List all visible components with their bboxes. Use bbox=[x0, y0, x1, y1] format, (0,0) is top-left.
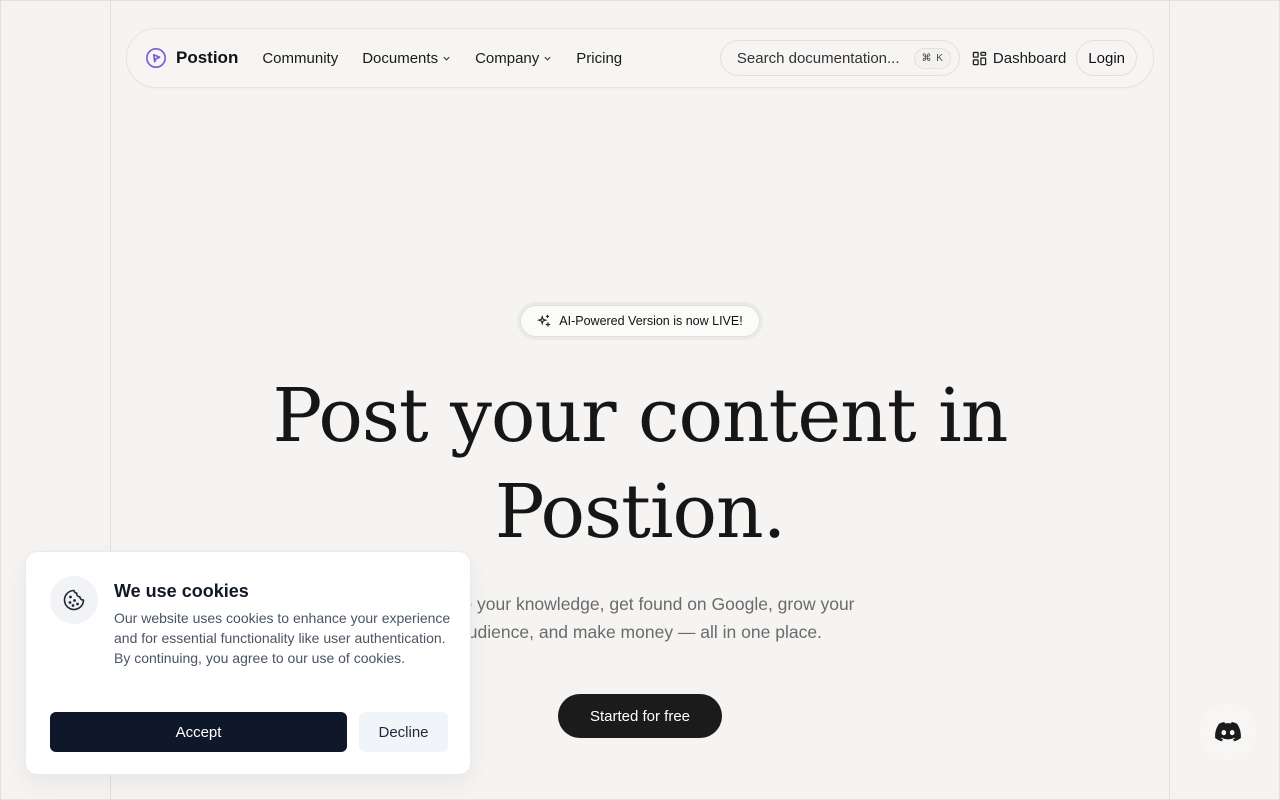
nav-link-company[interactable]: Company bbox=[475, 50, 552, 67]
dashboard-link[interactable]: Dashboard bbox=[972, 50, 1066, 67]
accept-cookies-button[interactable]: Accept bbox=[50, 712, 347, 752]
cookie-title: We use cookies bbox=[114, 581, 249, 601]
cookie-icon-badge bbox=[50, 576, 98, 624]
search-button[interactable]: Search documentation... ⌘ K bbox=[719, 40, 960, 76]
login-button[interactable]: Login bbox=[1076, 40, 1137, 76]
announcement-badge[interactable]: AI-Powered Version is now LIVE! bbox=[520, 305, 760, 337]
brand[interactable]: Postion bbox=[145, 47, 238, 69]
hero-title: Post your content in Postion. bbox=[240, 368, 1040, 560]
hero-title-line2: Postion. bbox=[494, 469, 786, 555]
nav-link-community[interactable]: Community bbox=[262, 50, 338, 67]
get-started-button[interactable]: Started for free bbox=[558, 694, 722, 738]
nav-link-label: Pricing bbox=[576, 49, 623, 67]
cookie-icon bbox=[63, 589, 85, 611]
hero-title-line1: Post your content in bbox=[272, 373, 1009, 459]
nav-right: Search documentation... ⌘ K Dashboard Lo… bbox=[719, 40, 1137, 76]
hero-subtitle-line1: Share your knowledge, get found on Googl… bbox=[425, 594, 855, 614]
dashboard-label: Dashboard bbox=[992, 49, 1067, 67]
hero-subtitle-line2: audience, and make money — all in one pl… bbox=[458, 622, 822, 642]
nav-link-documents[interactable]: Documents bbox=[362, 50, 451, 67]
brand-name: Postion bbox=[176, 48, 239, 67]
sparkles-icon bbox=[537, 314, 551, 327]
badge-text: AI-Powered Version is now LIVE! bbox=[559, 314, 743, 328]
nav-link-label: Community bbox=[262, 49, 339, 67]
nav-links: Community Documents Company Pricing bbox=[262, 50, 622, 67]
discord-button[interactable] bbox=[1200, 704, 1256, 760]
chevron-down-icon bbox=[544, 56, 551, 61]
chevron-down-icon bbox=[443, 56, 450, 61]
right-guide-line bbox=[1169, 0, 1170, 800]
play-circle-icon bbox=[146, 48, 166, 68]
discord-icon bbox=[1215, 722, 1241, 742]
decline-cookies-button[interactable]: Decline bbox=[359, 712, 448, 752]
nav-link-pricing[interactable]: Pricing bbox=[576, 50, 622, 67]
top-navbar: Postion Community Documents Company Pric… bbox=[126, 28, 1154, 88]
cookie-banner: We use cookies Our website uses cookies … bbox=[25, 551, 471, 775]
nav-link-label: Company bbox=[475, 49, 540, 67]
search-placeholder: Search documentation... bbox=[736, 49, 900, 67]
search-shortcut: ⌘ K bbox=[914, 47, 951, 69]
cookie-text: Our website uses cookies to enhance your… bbox=[114, 610, 451, 666]
nav-link-label: Documents bbox=[362, 49, 439, 67]
grid-icon bbox=[972, 51, 987, 65]
